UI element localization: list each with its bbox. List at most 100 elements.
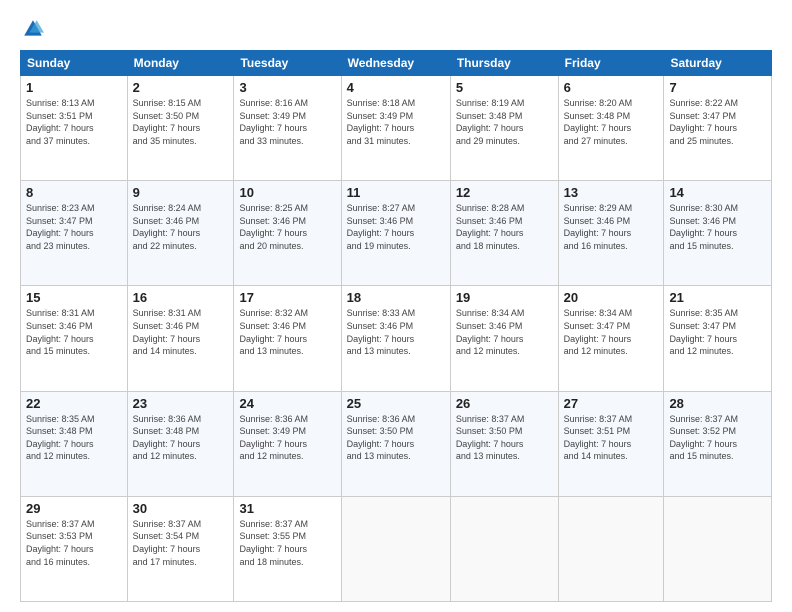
calendar-body: 1 Sunrise: 8:13 AMSunset: 3:51 PMDaylight…	[21, 76, 772, 602]
day-number: 1	[26, 80, 122, 95]
day-number: 3	[239, 80, 335, 95]
calendar-header-monday: Monday	[127, 51, 234, 76]
calendar-cell: 14 Sunrise: 8:30 AMSunset: 3:46 PMDayligh…	[664, 181, 772, 286]
day-info: Sunrise: 8:37 AMSunset: 3:52 PMDaylight:…	[669, 414, 738, 462]
calendar-cell: 11Sunrise: 8:27 AMSunset: 3:46 PMDayligh…	[341, 181, 450, 286]
calendar-week-3: 15 Sunrise: 8:31 AMSunset: 3:46 PMDayligh…	[21, 286, 772, 391]
day-info: Sunrise: 8:16 AMSunset: 3:49 PMDaylight:…	[239, 98, 308, 146]
calendar-cell: 9 Sunrise: 8:24 AMSunset: 3:46 PMDaylight…	[127, 181, 234, 286]
day-number: 23	[133, 396, 229, 411]
day-number: 17	[239, 290, 335, 305]
day-info: Sunrise: 8:25 AMSunset: 3:46 PMDaylight:…	[239, 203, 308, 251]
day-info: Sunrise: 8:36 AMSunset: 3:50 PMDaylight:…	[347, 414, 416, 462]
calendar-cell: 20 Sunrise: 8:34 AMSunset: 3:47 PMDayligh…	[558, 286, 664, 391]
day-info: Sunrise: 8:37 AMSunset: 3:54 PMDaylight:…	[133, 519, 202, 567]
page: SundayMondayTuesdayWednesdayThursdayFrid…	[0, 0, 792, 612]
day-number: 4	[347, 80, 445, 95]
calendar-week-4: 22 Sunrise: 8:35 AMSunset: 3:48 PMDayligh…	[21, 391, 772, 496]
day-info: Sunrise: 8:30 AMSunset: 3:46 PMDaylight:…	[669, 203, 738, 251]
day-number: 22	[26, 396, 122, 411]
day-number: 15	[26, 290, 122, 305]
day-number: 13	[564, 185, 659, 200]
calendar-cell: 25Sunrise: 8:36 AMSunset: 3:50 PMDayligh…	[341, 391, 450, 496]
calendar-header-tuesday: Tuesday	[234, 51, 341, 76]
day-number: 7	[669, 80, 766, 95]
day-info: Sunrise: 8:36 AMSunset: 3:48 PMDaylight:…	[133, 414, 202, 462]
logo	[20, 18, 48, 40]
day-info: Sunrise: 8:24 AMSunset: 3:46 PMDaylight:…	[133, 203, 202, 251]
day-number: 2	[133, 80, 229, 95]
calendar-header-wednesday: Wednesday	[341, 51, 450, 76]
day-info: Sunrise: 8:15 AMSunset: 3:50 PMDaylight:…	[133, 98, 202, 146]
day-info: Sunrise: 8:34 AMSunset: 3:46 PMDaylight:…	[456, 308, 525, 356]
day-info: Sunrise: 8:13 AMSunset: 3:51 PMDaylight:…	[26, 98, 95, 146]
day-info: Sunrise: 8:18 AMSunset: 3:49 PMDaylight:…	[347, 98, 416, 146]
day-info: Sunrise: 8:22 AMSunset: 3:47 PMDaylight:…	[669, 98, 738, 146]
calendar-cell	[558, 496, 664, 601]
calendar-header-thursday: Thursday	[450, 51, 558, 76]
day-number: 10	[239, 185, 335, 200]
calendar-cell: 23 Sunrise: 8:36 AMSunset: 3:48 PMDayligh…	[127, 391, 234, 496]
calendar-week-2: 8 Sunrise: 8:23 AMSunset: 3:47 PMDaylight…	[21, 181, 772, 286]
calendar-cell: 31 Sunrise: 8:37 AMSunset: 3:55 PMDayligh…	[234, 496, 341, 601]
day-number: 31	[239, 501, 335, 516]
day-number: 20	[564, 290, 659, 305]
day-info: Sunrise: 8:35 AMSunset: 3:48 PMDaylight:…	[26, 414, 95, 462]
day-number: 19	[456, 290, 553, 305]
day-number: 26	[456, 396, 553, 411]
day-info: Sunrise: 8:34 AMSunset: 3:47 PMDaylight:…	[564, 308, 633, 356]
calendar-cell: 4 Sunrise: 8:18 AMSunset: 3:49 PMDaylight…	[341, 76, 450, 181]
calendar-cell: 28 Sunrise: 8:37 AMSunset: 3:52 PMDayligh…	[664, 391, 772, 496]
calendar-cell: 2 Sunrise: 8:15 AMSunset: 3:50 PMDaylight…	[127, 76, 234, 181]
day-info: Sunrise: 8:36 AMSunset: 3:49 PMDaylight:…	[239, 414, 308, 462]
day-number: 24	[239, 396, 335, 411]
day-info: Sunrise: 8:29 AMSunset: 3:46 PMDaylight:…	[564, 203, 633, 251]
day-info: Sunrise: 8:35 AMSunset: 3:47 PMDaylight:…	[669, 308, 738, 356]
calendar-cell: 15 Sunrise: 8:31 AMSunset: 3:46 PMDayligh…	[21, 286, 128, 391]
calendar-cell: 1 Sunrise: 8:13 AMSunset: 3:51 PMDaylight…	[21, 76, 128, 181]
calendar-cell	[450, 496, 558, 601]
calendar-week-1: 1 Sunrise: 8:13 AMSunset: 3:51 PMDaylight…	[21, 76, 772, 181]
day-info: Sunrise: 8:23 AMSunset: 3:47 PMDaylight:…	[26, 203, 95, 251]
day-number: 11	[347, 185, 445, 200]
calendar-cell: 8 Sunrise: 8:23 AMSunset: 3:47 PMDaylight…	[21, 181, 128, 286]
day-number: 8	[26, 185, 122, 200]
calendar-cell	[664, 496, 772, 601]
day-info: Sunrise: 8:37 AMSunset: 3:51 PMDaylight:…	[564, 414, 633, 462]
day-number: 12	[456, 185, 553, 200]
calendar-cell: 13 Sunrise: 8:29 AMSunset: 3:46 PMDayligh…	[558, 181, 664, 286]
calendar-header-saturday: Saturday	[664, 51, 772, 76]
day-number: 16	[133, 290, 229, 305]
logo-icon	[22, 18, 44, 40]
day-number: 27	[564, 396, 659, 411]
day-number: 14	[669, 185, 766, 200]
day-info: Sunrise: 8:32 AMSunset: 3:46 PMDaylight:…	[239, 308, 308, 356]
calendar-cell: 26Sunrise: 8:37 AMSunset: 3:50 PMDayligh…	[450, 391, 558, 496]
day-info: Sunrise: 8:31 AMSunset: 3:46 PMDaylight:…	[26, 308, 95, 356]
day-info: Sunrise: 8:28 AMSunset: 3:46 PMDaylight:…	[456, 203, 525, 251]
day-number: 29	[26, 501, 122, 516]
day-info: Sunrise: 8:31 AMSunset: 3:46 PMDaylight:…	[133, 308, 202, 356]
day-number: 18	[347, 290, 445, 305]
calendar-cell: 22 Sunrise: 8:35 AMSunset: 3:48 PMDayligh…	[21, 391, 128, 496]
calendar-cell: 6Sunrise: 8:20 AMSunset: 3:48 PMDaylight…	[558, 76, 664, 181]
header	[20, 18, 772, 40]
calendar-cell: 30Sunrise: 8:37 AMSunset: 3:54 PMDayligh…	[127, 496, 234, 601]
day-info: Sunrise: 8:37 AMSunset: 3:53 PMDaylight:…	[26, 519, 95, 567]
day-number: 21	[669, 290, 766, 305]
calendar-cell: 3 Sunrise: 8:16 AMSunset: 3:49 PMDaylight…	[234, 76, 341, 181]
calendar-cell: 29 Sunrise: 8:37 AMSunset: 3:53 PMDayligh…	[21, 496, 128, 601]
calendar-week-5: 29 Sunrise: 8:37 AMSunset: 3:53 PMDayligh…	[21, 496, 772, 601]
calendar-cell: 16 Sunrise: 8:31 AMSunset: 3:46 PMDayligh…	[127, 286, 234, 391]
calendar-cell: 24 Sunrise: 8:36 AMSunset: 3:49 PMDayligh…	[234, 391, 341, 496]
calendar-cell: 18Sunrise: 8:33 AMSunset: 3:46 PMDayligh…	[341, 286, 450, 391]
calendar-header-friday: Friday	[558, 51, 664, 76]
calendar-cell: 19 Sunrise: 8:34 AMSunset: 3:46 PMDayligh…	[450, 286, 558, 391]
calendar-cell: 12 Sunrise: 8:28 AMSunset: 3:46 PMDayligh…	[450, 181, 558, 286]
day-number: 9	[133, 185, 229, 200]
day-info: Sunrise: 8:37 AMSunset: 3:55 PMDaylight:…	[239, 519, 308, 567]
day-number: 6	[564, 80, 659, 95]
day-number: 28	[669, 396, 766, 411]
calendar-cell: 17 Sunrise: 8:32 AMSunset: 3:46 PMDayligh…	[234, 286, 341, 391]
calendar-header-row: SundayMondayTuesdayWednesdayThursdayFrid…	[21, 51, 772, 76]
